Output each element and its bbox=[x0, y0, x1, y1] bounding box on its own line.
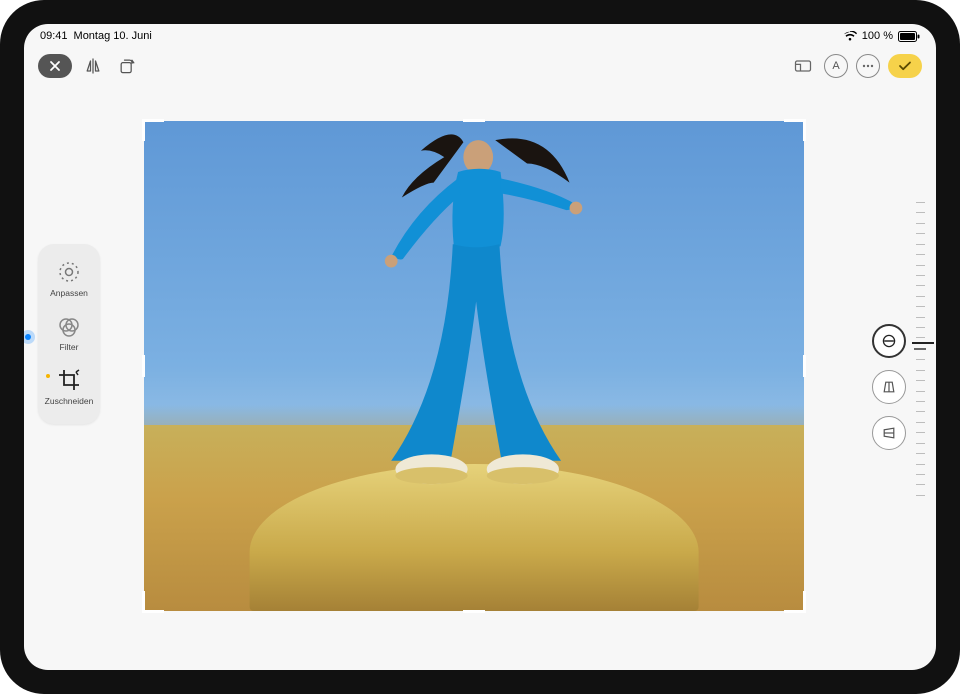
vertical-perspective-button[interactable] bbox=[872, 370, 906, 404]
cancel-button[interactable] bbox=[38, 54, 72, 78]
privacy-indicator-dot bbox=[25, 334, 31, 340]
crop-frame[interactable] bbox=[144, 121, 804, 611]
active-mode-indicator bbox=[46, 374, 50, 378]
mode-crop-label: Zuschneiden bbox=[45, 396, 94, 406]
photo-preview bbox=[144, 121, 804, 611]
mode-filter-label: Filter bbox=[60, 342, 79, 352]
photo-canvas[interactable] bbox=[132, 86, 816, 646]
ipad-frame: 09:41 Montag 10. Juni 100 % bbox=[0, 0, 960, 694]
rotation-slider-handle[interactable] bbox=[912, 342, 934, 344]
screen: 09:41 Montag 10. Juni 100 % bbox=[24, 24, 936, 670]
crop-icon bbox=[55, 366, 83, 394]
mode-adjust[interactable]: Anpassen bbox=[38, 252, 100, 306]
editor-toolbar: A bbox=[24, 48, 936, 84]
rotate-button[interactable] bbox=[114, 53, 140, 79]
filter-icon bbox=[55, 312, 83, 340]
crop-tool-controls bbox=[872, 324, 906, 450]
wifi-icon bbox=[843, 31, 857, 41]
battery-icon bbox=[898, 31, 920, 42]
rotation-center-tick bbox=[914, 348, 926, 350]
status-date: Montag 10. Juni bbox=[74, 30, 152, 42]
status-bar: 09:41 Montag 10. Juni 100 % bbox=[24, 24, 936, 46]
aspect-ratio-button[interactable] bbox=[790, 53, 816, 79]
photo-subject bbox=[316, 121, 633, 503]
markup-button[interactable]: A bbox=[824, 54, 848, 78]
horizontal-perspective-button[interactable] bbox=[872, 416, 906, 450]
rotation-slider[interactable] bbox=[912, 194, 928, 504]
markup-letter: A bbox=[832, 60, 839, 72]
status-battery-text: 100 % bbox=[862, 30, 893, 42]
mode-adjust-label: Anpassen bbox=[50, 288, 88, 298]
mode-filter[interactable]: Filter bbox=[38, 306, 100, 360]
edit-mode-sidebar: Anpassen Filter Zuschneiden bbox=[38, 244, 100, 424]
flip-horizontal-button[interactable] bbox=[80, 53, 106, 79]
mode-crop[interactable]: Zuschneiden bbox=[38, 360, 100, 414]
status-time: 09:41 bbox=[40, 30, 68, 42]
done-button[interactable] bbox=[888, 54, 922, 78]
adjust-icon bbox=[55, 258, 83, 286]
straighten-button[interactable] bbox=[872, 324, 906, 358]
more-options-button[interactable] bbox=[856, 54, 880, 78]
